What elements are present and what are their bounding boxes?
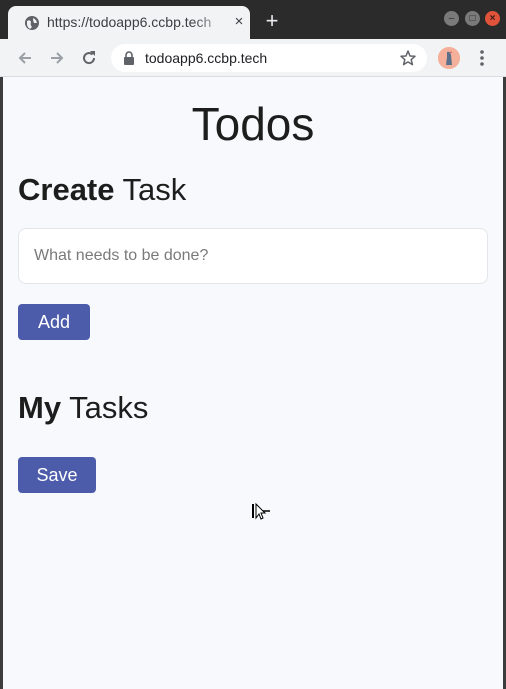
browser-tab[interactable]: https://todoapp6.ccbp.tech ×	[8, 6, 250, 39]
page-viewport: Todos Create Task Add My Tasks Save	[3, 77, 503, 689]
save-button[interactable]: Save	[18, 457, 96, 493]
globe-icon	[25, 16, 39, 30]
minimize-icon[interactable]: –	[444, 11, 459, 26]
url-text: todoapp6.ccbp.tech	[145, 50, 268, 66]
maximize-icon[interactable]: □	[465, 11, 480, 26]
more-vert-icon[interactable]	[472, 48, 492, 68]
add-button[interactable]: Add	[18, 304, 90, 340]
address-bar[interactable]: todoapp6.ccbp.tech	[111, 44, 427, 72]
todo-input[interactable]	[18, 228, 488, 284]
page-title: Todos	[191, 98, 315, 150]
tab-title: https://todoapp6.ccbp.tech	[47, 14, 212, 30]
window-close-icon[interactable]: ×	[485, 11, 500, 26]
plus-icon[interactable]: +	[262, 10, 282, 32]
mouse-cursor-icon	[252, 502, 270, 520]
my-tasks-heading: My Tasks	[18, 390, 148, 426]
create-heading-rest: Task	[114, 172, 187, 207]
browser-titlebar: https://todoapp6.ccbp.tech × + – □ ×	[0, 0, 506, 39]
reload-icon[interactable]	[79, 48, 99, 68]
avatar[interactable]	[438, 47, 460, 69]
create-task-heading: Create Task	[18, 172, 186, 208]
create-heading-bold: Create	[18, 172, 115, 207]
lock-icon	[124, 51, 134, 65]
back-icon[interactable]	[15, 48, 35, 68]
browser-toolbar: todoapp6.ccbp.tech	[0, 39, 506, 77]
tasks-heading-bold: My	[18, 390, 62, 425]
close-icon[interactable]: ×	[230, 13, 248, 31]
forward-icon[interactable]	[47, 48, 67, 68]
star-icon[interactable]	[399, 49, 417, 67]
tasks-heading-rest: Tasks	[61, 390, 149, 425]
